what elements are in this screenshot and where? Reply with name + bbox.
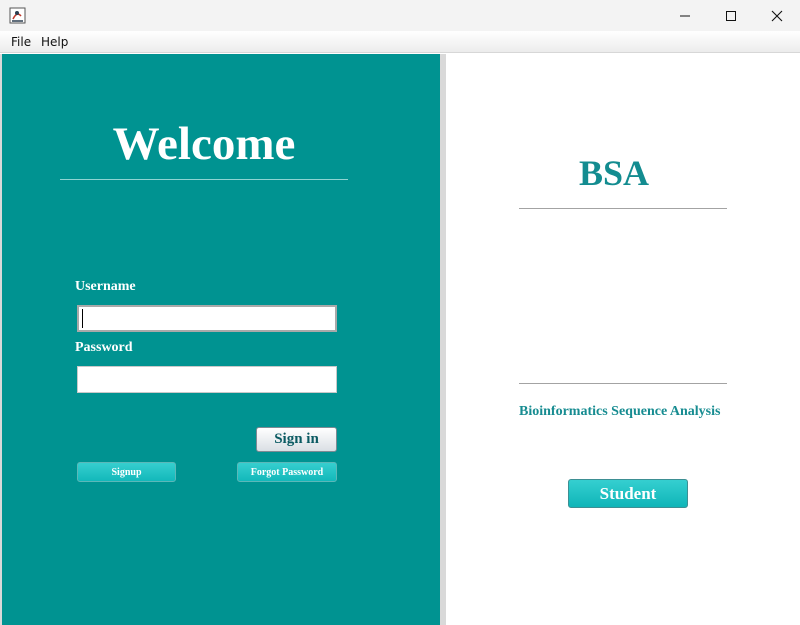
welcome-divider	[60, 179, 348, 180]
title-divider	[519, 208, 727, 209]
forgot-password-button[interactable]: Forgot Password	[237, 462, 337, 482]
username-label: Username	[75, 279, 136, 294]
minimize-icon	[680, 15, 690, 16]
info-panel: BSA Bioinformatics Sequence Analysis Stu…	[446, 54, 800, 625]
close-icon	[771, 10, 783, 21]
password-label: Password	[75, 340, 133, 355]
password-input[interactable]	[77, 366, 337, 393]
menu-bar: File Help	[0, 31, 800, 53]
close-button[interactable]	[754, 0, 800, 31]
menu-file[interactable]: File	[11, 35, 31, 49]
app-title: BSA	[579, 153, 650, 193]
username-input[interactable]	[77, 305, 337, 332]
signup-button[interactable]: Signup	[77, 462, 176, 482]
app-subtitle: Bioinformatics Sequence Analysis	[519, 404, 721, 419]
minimize-button[interactable]	[662, 0, 708, 31]
login-panel: Welcome Username Password Sign in Signup…	[0, 54, 440, 625]
menu-help[interactable]: Help	[41, 35, 68, 49]
text-caret	[82, 309, 83, 328]
student-button[interactable]: Student	[568, 479, 688, 508]
subtitle-divider	[519, 383, 727, 384]
welcome-title: Welcome	[112, 118, 296, 170]
title-bar	[0, 0, 800, 31]
sign-in-button[interactable]: Sign in	[256, 427, 337, 452]
maximize-icon	[726, 10, 736, 21]
maximize-button[interactable]	[708, 0, 754, 31]
java-app-icon	[9, 7, 26, 24]
